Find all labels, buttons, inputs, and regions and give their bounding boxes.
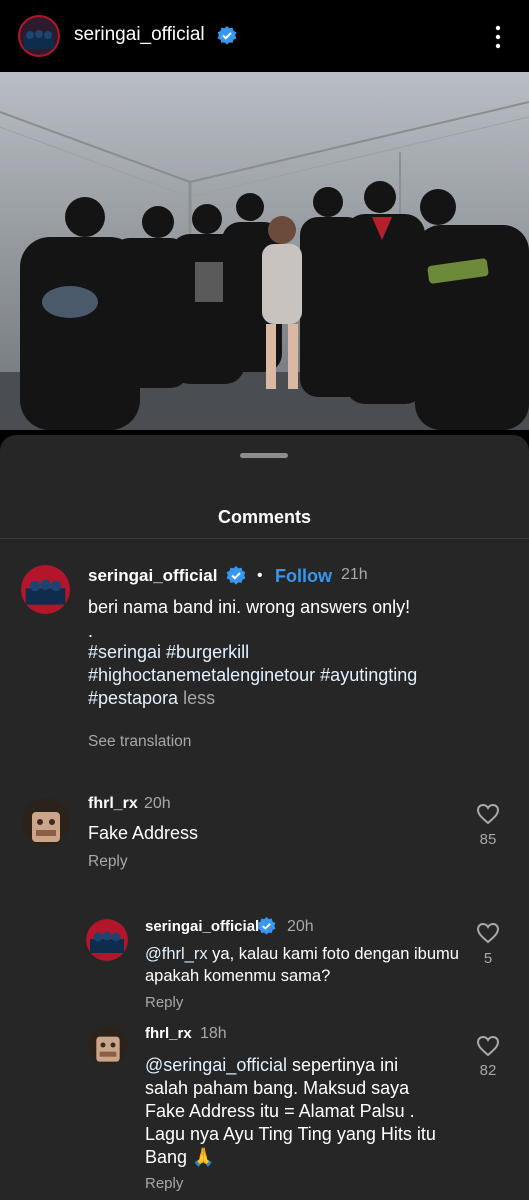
comment-timestamp: 20h (144, 795, 171, 812)
post-header: seringai_official (0, 0, 529, 72)
more-vertical-icon[interactable] (488, 24, 508, 50)
hashtag-pestapora[interactable]: #pestapora (88, 688, 178, 708)
band-avatar-icon (86, 919, 128, 961)
header-username[interactable]: seringai_official (74, 24, 205, 46)
reply-timestamp: 20h (287, 918, 314, 935)
less-toggle[interactable]: less (183, 688, 215, 708)
caption-avatar[interactable] (21, 565, 70, 614)
reply-text-line-3: Fake Address itu = Alamat Palsu . (145, 1101, 415, 1121)
caption-line-1: beri nama band ini. wrong answers only! (88, 597, 411, 617)
caption-username[interactable]: seringai_official (88, 566, 217, 586)
post-photo[interactable] (0, 72, 529, 430)
heart-icon[interactable] (476, 922, 500, 944)
reply-avatar[interactable] (88, 1025, 128, 1065)
comment-username[interactable]: fhrl_rx (88, 795, 138, 813)
band-avatar-icon (21, 565, 70, 614)
header-divider (0, 538, 529, 539)
caption-hashtags-2[interactable]: #highoctanemetalenginetour #ayutingting (88, 664, 417, 687)
verified-badge-icon (257, 917, 276, 935)
band-group-photo (0, 72, 529, 430)
reply-reply-button[interactable]: Reply (145, 994, 183, 1011)
reply-username[interactable]: fhrl_rx (145, 1025, 192, 1042)
verified-badge-icon (217, 26, 237, 45)
comment-like-count: 85 (479, 831, 497, 848)
heart-icon[interactable] (476, 1035, 500, 1057)
reply-text-line-2: apakah komenmu sama? (145, 967, 331, 985)
caption-timestamp: 21h (341, 566, 368, 583)
reply-like-count: 5 (483, 950, 493, 967)
see-translation-link[interactable]: See translation (88, 733, 191, 751)
reply-reply-button[interactable]: Reply (145, 1175, 183, 1192)
comment-reply-button[interactable]: Reply (88, 853, 128, 871)
drag-handle[interactable] (240, 453, 288, 458)
reply-text-line-1: @fhrl_rx ya, kalau kami foto dengan ibum… (145, 943, 459, 966)
reply-like-count: 82 (479, 1062, 497, 1079)
reply-username[interactable]: seringai_official (145, 918, 259, 935)
mention-link[interactable]: @seringai_official (145, 1055, 287, 1075)
verified-badge-icon (226, 566, 246, 585)
profile-avatar[interactable] (18, 15, 60, 57)
user-avatar-icon (22, 798, 70, 846)
reply-timestamp: 18h (200, 1025, 227, 1042)
comment-text: Fake Address (88, 823, 199, 843)
comments-sheet: Comments seringai_official • Follow 21h … (0, 435, 529, 1200)
comment-avatar[interactable] (22, 798, 70, 846)
reply-text-line-4: Lagu nya Ayu Ting Ting yang Hits itu (145, 1124, 436, 1144)
reply-text-line-1: @seringai_official sepertinya ini (145, 1054, 398, 1077)
reply-text-line-2: salah paham bang. Maksud saya (145, 1078, 410, 1098)
caption-line-5: #pestapora less (88, 687, 215, 710)
follow-button[interactable]: Follow (275, 566, 332, 587)
band-avatar-icon (18, 15, 60, 57)
mention-link[interactable]: @fhrl_rx (145, 945, 208, 963)
caption-line-2: . (88, 621, 94, 641)
bullet-separator: • (257, 567, 263, 584)
heart-icon[interactable] (476, 803, 500, 825)
user-avatar-icon (88, 1025, 128, 1065)
reply-text-part: sepertinya ini (287, 1055, 399, 1075)
caption-hashtags-1[interactable]: #seringai #burgerkill (88, 641, 249, 664)
reply-avatar[interactable] (86, 919, 128, 961)
reply-text-part: ya, kalau kami foto dengan ibumu (207, 945, 459, 963)
reply-text-line-5: Bang 🙏 (145, 1147, 215, 1167)
comments-title: Comments (217, 507, 311, 527)
